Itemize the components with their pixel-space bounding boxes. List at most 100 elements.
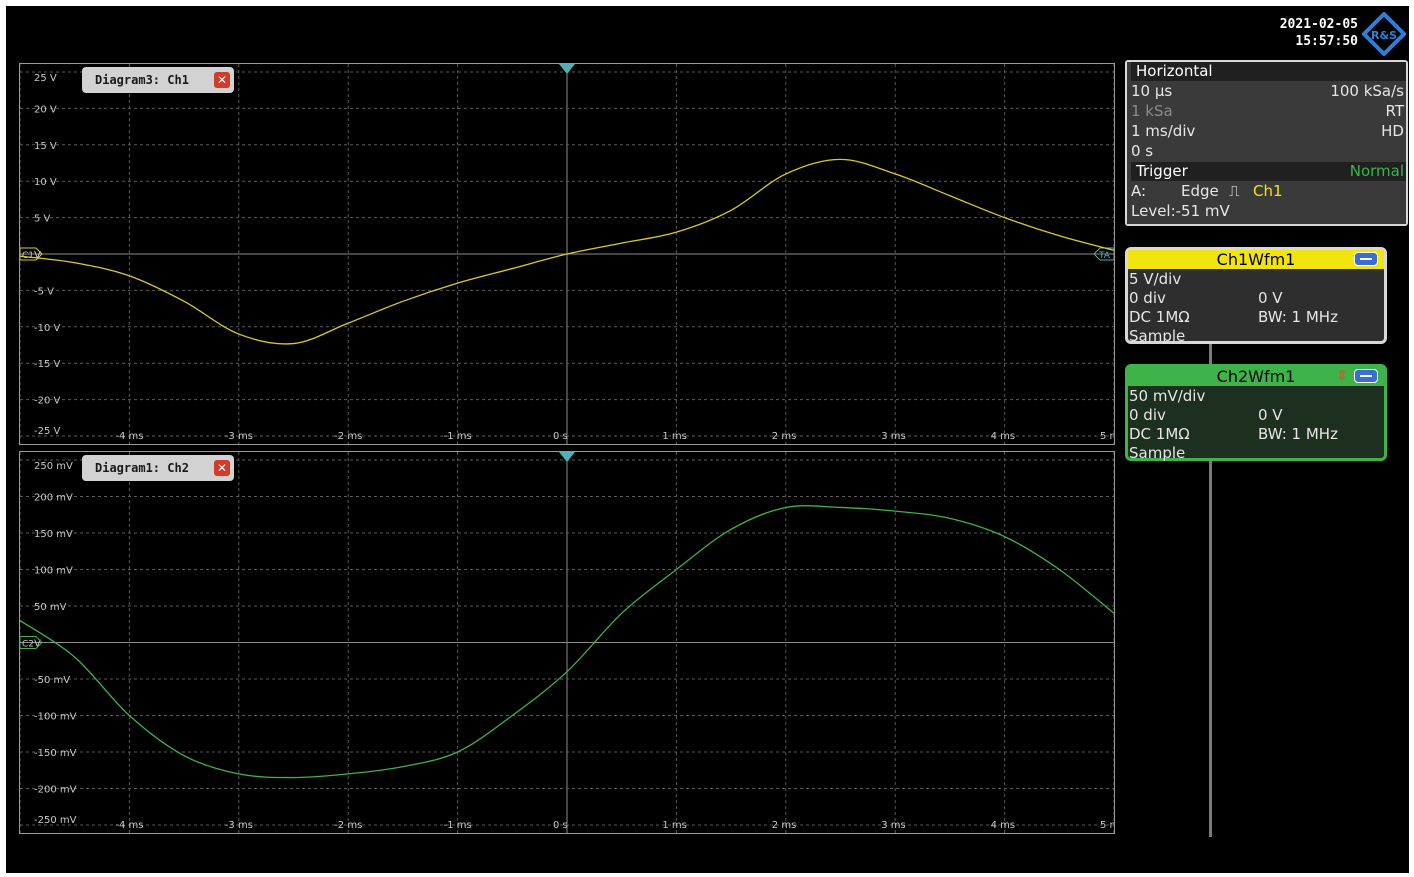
- x-tick-label: -3 ms: [225, 431, 253, 442]
- ch1-coupling: DC 1MΩ: [1129, 308, 1190, 326]
- y-tick-label: -25 V: [34, 426, 61, 437]
- x-tick-label: 5 ms: [1100, 431, 1114, 442]
- y-tick-label: 250 mV: [34, 461, 73, 472]
- grid: [20, 452, 1114, 833]
- time-scale-value: 1 ms/div: [1131, 122, 1196, 140]
- x-tick-label: -4 ms: [115, 820, 143, 831]
- y-tick-label: -100 mV: [34, 712, 77, 723]
- trigger-type: Edge: [1181, 182, 1219, 200]
- horizontal-row-1[interactable]: 10 µs 100 kSa/s: [1131, 82, 1404, 101]
- y-tick-label: -250 mV: [34, 815, 77, 826]
- trigger-event: A:: [1131, 182, 1147, 200]
- date-text: 2021-02-05: [1279, 17, 1358, 32]
- x-tick-label: -4 ms: [115, 431, 143, 442]
- y-tick-label: -15 V: [34, 359, 61, 370]
- ch2-offset: 0 div: [1129, 406, 1166, 424]
- horizontal-row-4[interactable]: 0 s: [1131, 142, 1404, 161]
- position-value: 0 s: [1131, 142, 1154, 160]
- y-tick-label: 5 V: [34, 214, 51, 225]
- x-tick-label: 1 ms: [662, 820, 687, 831]
- x-tick-label: 5 ms: [1100, 820, 1114, 831]
- x-tick-label: 1 ms: [662, 431, 687, 442]
- mode-rt-value: RT: [1385, 102, 1405, 120]
- x-tick-label: -1 ms: [444, 431, 472, 442]
- x-tick-label: 2 ms: [772, 431, 797, 442]
- mode-hd-value: HD: [1381, 122, 1404, 140]
- channel-marker-label: C2: [22, 640, 34, 650]
- y-tick-label: -150 mV: [34, 748, 77, 759]
- trigger-row-1[interactable]: A: Edge ⎍ Ch1: [1131, 182, 1404, 201]
- x-tick-label: -2 ms: [334, 431, 362, 442]
- trigger-title: Trigger: [1136, 162, 1188, 180]
- rising-edge-icon: ⎍: [1229, 182, 1240, 200]
- updown-icon[interactable]: ⇕: [1336, 367, 1348, 386]
- minimize-icon[interactable]: [1354, 369, 1378, 383]
- horizontal-row-3[interactable]: 1 ms/div HD: [1131, 122, 1404, 141]
- x-tick-label: 2 ms: [772, 820, 797, 831]
- ch1-scale: 5 V/div: [1129, 270, 1182, 288]
- y-tick-label: 15 V: [34, 141, 57, 152]
- trigger-mode: Normal: [1349, 162, 1404, 180]
- x-tick-label: -1 ms: [444, 820, 472, 831]
- x-tick-label: -3 ms: [225, 820, 253, 831]
- diagram-ch2-plot[interactable]: 250 mV200 mV150 mV100 mV50 mVV-50 mV-100…: [20, 452, 1114, 833]
- y-tick-label: 20 V: [34, 104, 57, 115]
- time-text: 15:57:50: [1295, 34, 1358, 49]
- trigger-row-2[interactable]: Level:-51 mV: [1131, 202, 1404, 221]
- ch1-position: 0 V: [1258, 289, 1283, 307]
- close-icon[interactable]: ✕: [214, 460, 230, 476]
- x-tick-label: -2 ms: [334, 820, 362, 831]
- resolution-value: 10 µs: [1131, 82, 1173, 100]
- x-tick-label: 3 ms: [881, 820, 906, 831]
- horizontal-trigger-panel[interactable]: Horizontal 10 µs 100 kSa/s 1 kSa RT 1 ms…: [1125, 60, 1408, 226]
- y-tick-label: -10 V: [34, 323, 61, 334]
- diagram-ch1-tab[interactable]: Diagram3: Ch1 ✕: [82, 67, 234, 93]
- diagram-ch2-tab[interactable]: Diagram1: Ch2 ✕: [82, 455, 234, 481]
- ch2-coupling: DC 1MΩ: [1129, 425, 1190, 443]
- diagram-ch2[interactable]: 250 mV 200 mV 150 mV 100 mV 50 mV V -50 mV -100…: [19, 451, 1115, 834]
- y-tick-label: 150 mV: [34, 529, 73, 540]
- logo-text: R&S: [1371, 29, 1397, 42]
- y-tick-label: -50 mV: [34, 675, 70, 686]
- ch2-info-box[interactable]: Ch2Wfm1 ⇕ 50 mV/div 0 div 0 V DC 1MΩ BW:…: [1125, 364, 1387, 462]
- minimize-icon[interactable]: [1354, 252, 1378, 266]
- diagram-ch1-plot[interactable]: 25 V20 V15 V10 V5 VV-5 V-10 V-15 V-20 V-…: [20, 64, 1114, 444]
- record-length-value: 1 kSa: [1131, 102, 1173, 120]
- diagram-ch1[interactable]: 25 V 20 V 15 V 10 V5 V V -5 V -10 V -15 V -20 V-…: [19, 63, 1115, 445]
- ch2-bandwidth: BW: 1 MHz: [1258, 425, 1338, 443]
- trigger-header[interactable]: Trigger Normal: [1131, 162, 1406, 181]
- y-tick-label: -20 V: [34, 396, 61, 407]
- horizontal-row-2[interactable]: 1 kSa RT: [1131, 102, 1404, 121]
- y-tick-label: 100 mV: [34, 566, 73, 577]
- y-tick-label: 10 V: [34, 177, 57, 188]
- close-icon[interactable]: ✕: [214, 72, 230, 88]
- date-time-display: 2021-02-05 15:57:50: [1240, 16, 1358, 50]
- trigger-level-label: TA: [1098, 251, 1111, 261]
- ch1-bandwidth: BW: 1 MHz: [1258, 308, 1338, 326]
- ch2-acq: Sample: [1129, 444, 1186, 462]
- diagram-ch1-tab-label: Diagram3: Ch1: [95, 73, 189, 87]
- ch2-header[interactable]: Ch2Wfm1 ⇕: [1128, 367, 1384, 386]
- y-tick-label: -200 mV: [34, 785, 77, 796]
- ch2-scale: 50 mV/div: [1129, 387, 1206, 405]
- ch2-name: Ch2Wfm1: [1216, 367, 1296, 386]
- diagram-ch2-tab-label: Diagram1: Ch2: [95, 461, 189, 475]
- ch1-header[interactable]: Ch1Wfm1: [1128, 250, 1384, 269]
- ch1-name: Ch1Wfm1: [1216, 250, 1296, 269]
- x-tick-label: 4 ms: [991, 820, 1016, 831]
- rs-logo: R&S: [1362, 12, 1406, 56]
- sample-rate-value: 100 kSa/s: [1330, 82, 1404, 100]
- ch1-info-box[interactable]: Ch1Wfm1 5 V/div 0 div 0 V DC 1MΩ BW: 1 M…: [1125, 247, 1387, 345]
- ch1-offset: 0 div: [1129, 289, 1166, 307]
- ch1-acq: Sample: [1129, 327, 1186, 345]
- y-tick-label: 200 mV: [34, 493, 73, 504]
- y-tick-label: -5 V: [34, 286, 54, 297]
- x-tick-label: 3 ms: [881, 431, 906, 442]
- trigger-level: Level:-51 mV: [1131, 202, 1230, 220]
- x-tick-label: 0 s: [553, 820, 568, 831]
- x-tick-label: 0 s: [553, 431, 568, 442]
- y-tick-label: 25 V: [34, 73, 57, 84]
- horizontal-title: Horizontal: [1131, 62, 1406, 81]
- ch2-position: 0 V: [1258, 406, 1283, 424]
- x-tick-label: 4 ms: [991, 431, 1016, 442]
